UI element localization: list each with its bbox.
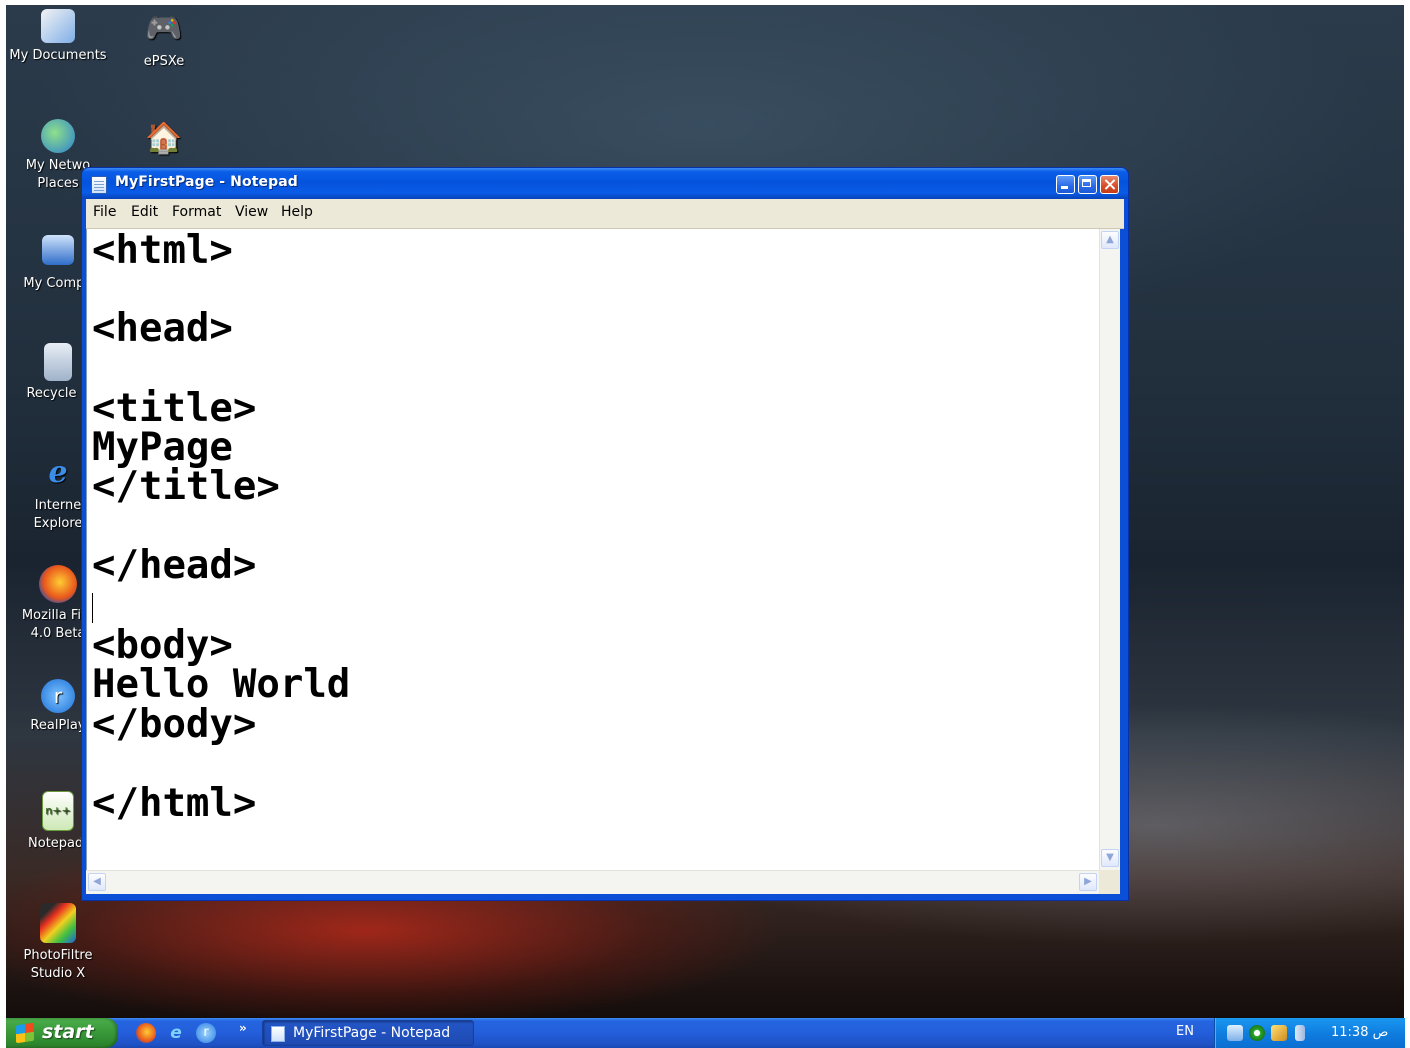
resize-grip-icon[interactable] [1099, 870, 1120, 894]
desktop-icon-epsxe[interactable]: 🎮 ePSXe [114, 9, 214, 71]
menu-edit[interactable]: Edit [131, 204, 158, 220]
firefox-icon [39, 565, 77, 603]
system-tray: 11:38 ص [1214, 1018, 1405, 1048]
text-line: MyPage [92, 425, 233, 470]
text-line: <head> [92, 306, 233, 351]
horizontal-scrollbar[interactable]: ◀ ▶ [86, 870, 1099, 894]
scroll-right-icon[interactable]: ▶ [1079, 873, 1097, 891]
my-computer-icon [42, 235, 74, 265]
quick-launch-chevron-icon[interactable]: » [239, 1021, 247, 1035]
menu-file[interactable]: File [93, 204, 116, 220]
text-line: </html> [92, 781, 257, 826]
text-line: </body> [92, 702, 257, 747]
realplayer-icon[interactable]: r [196, 1023, 216, 1043]
window-title: MyFirstPage - Notepad [115, 174, 298, 190]
text-line: </head> [92, 543, 257, 588]
text-line: <title> [92, 386, 257, 431]
desktop-icon-my-documents[interactable]: My Documents [8, 9, 108, 65]
desktop-icon-photofiltre[interactable]: PhotoFiltre Studio X [8, 903, 108, 983]
start-button[interactable]: start [6, 1018, 118, 1048]
taskbar-button-notepad[interactable]: MyFirstPage - Notepad [262, 1020, 474, 1046]
network-places-icon [41, 119, 75, 153]
volume-icon[interactable] [1295, 1025, 1305, 1041]
taskbar: start e r » MyFirstPage - Notepad EN 11:… [6, 1018, 1405, 1048]
internet-explorer-icon: e [48, 455, 68, 490]
maximize-button[interactable] [1078, 175, 1097, 194]
text-line: Hello World [92, 662, 351, 707]
taskbar-button-label: MyFirstPage - Notepad [293, 1025, 451, 1041]
realplayer-icon: r [41, 679, 75, 713]
desktop-icon-label: ePSXe [143, 54, 185, 69]
security-shield-icon[interactable] [1249, 1025, 1265, 1041]
menu-format[interactable]: Format [172, 204, 221, 220]
scroll-left-icon[interactable]: ◀ [88, 873, 106, 891]
scroll-up-icon[interactable]: ▲ [1101, 231, 1119, 249]
scroll-down-icon[interactable]: ▼ [1101, 849, 1119, 867]
vertical-scrollbar[interactable]: ▲ ▼ [1099, 229, 1120, 870]
internet-explorer-icon[interactable]: e [166, 1023, 186, 1043]
text-caret [92, 593, 93, 623]
desktop-icon-label: My Documents [9, 48, 107, 63]
text-line: <body> [92, 623, 233, 668]
recycle-bin-icon [44, 343, 72, 381]
menu-view[interactable]: View [235, 204, 268, 220]
windows-logo-icon [16, 1022, 34, 1044]
notepad-icon [91, 176, 107, 194]
minimize-button[interactable] [1056, 175, 1075, 194]
language-indicator[interactable]: EN [1176, 1024, 1194, 1039]
firefox-icon[interactable] [136, 1023, 156, 1043]
text-line: </title> [92, 464, 280, 509]
desktop-icon-house[interactable]: 🏠 [114, 119, 214, 163]
window-titlebar[interactable]: MyFirstPage - Notepad [82, 168, 1128, 199]
connection-icon[interactable] [1271, 1025, 1287, 1041]
house-icon: 🏠 [145, 121, 183, 156]
network-icon[interactable] [1227, 1025, 1243, 1041]
notepad-window[interactable]: MyFirstPage - Notepad File Edit Format V… [82, 168, 1128, 900]
my-documents-icon [41, 9, 75, 43]
clock[interactable]: 11:38 ص [1331, 1025, 1388, 1040]
menu-help[interactable]: Help [281, 204, 313, 220]
menu-bar: File Edit Format View Help [86, 199, 1124, 229]
desktop-icon-label: PhotoFiltre Studio X [23, 948, 93, 981]
close-button[interactable] [1100, 175, 1119, 194]
notepad-icon [271, 1026, 285, 1042]
start-label: start [42, 1021, 94, 1043]
photofiltre-icon [40, 903, 76, 943]
text-line: <html> [92, 228, 233, 273]
notepad-plus-plus-icon: n++ [42, 791, 74, 831]
gamepad-icon: 🎮 [145, 11, 183, 46]
text-editor[interactable]: <html> <head> <title> MyPage </title> </… [86, 229, 1104, 870]
